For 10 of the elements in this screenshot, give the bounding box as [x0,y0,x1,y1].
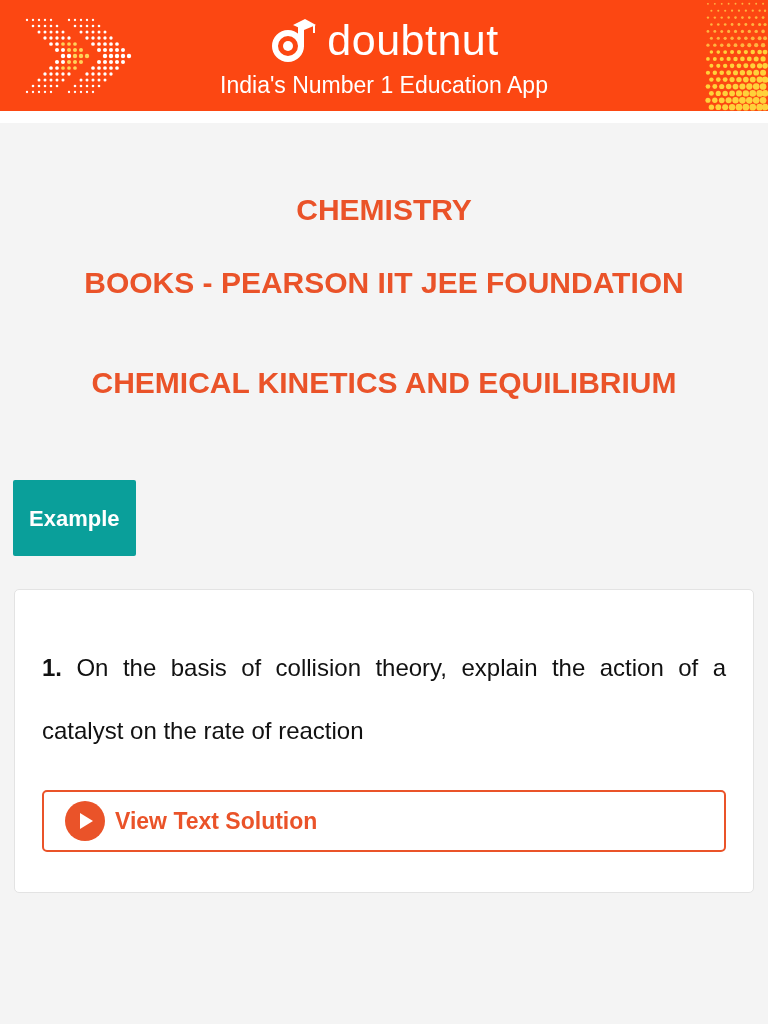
tagline: India's Number 1 Education App [220,71,548,99]
subject-title: CHEMISTRY [296,192,472,228]
question-text: 1. On the basis of collision theory, explain the action of a catalyst on the rate of reaction [42,653,726,746]
view-solution-button[interactable]: View Text Solution [42,790,726,852]
chapter-title: CHEMICAL KINETICS AND EQUILIBRIUM [91,365,677,401]
brand-name: doubtnut [327,15,499,65]
play-icon [65,801,105,841]
section-label: Example [13,480,136,556]
book-title: BOOKS - PEARSON IIT JEE FOUNDATION [84,265,684,301]
logo-icon [269,17,318,63]
